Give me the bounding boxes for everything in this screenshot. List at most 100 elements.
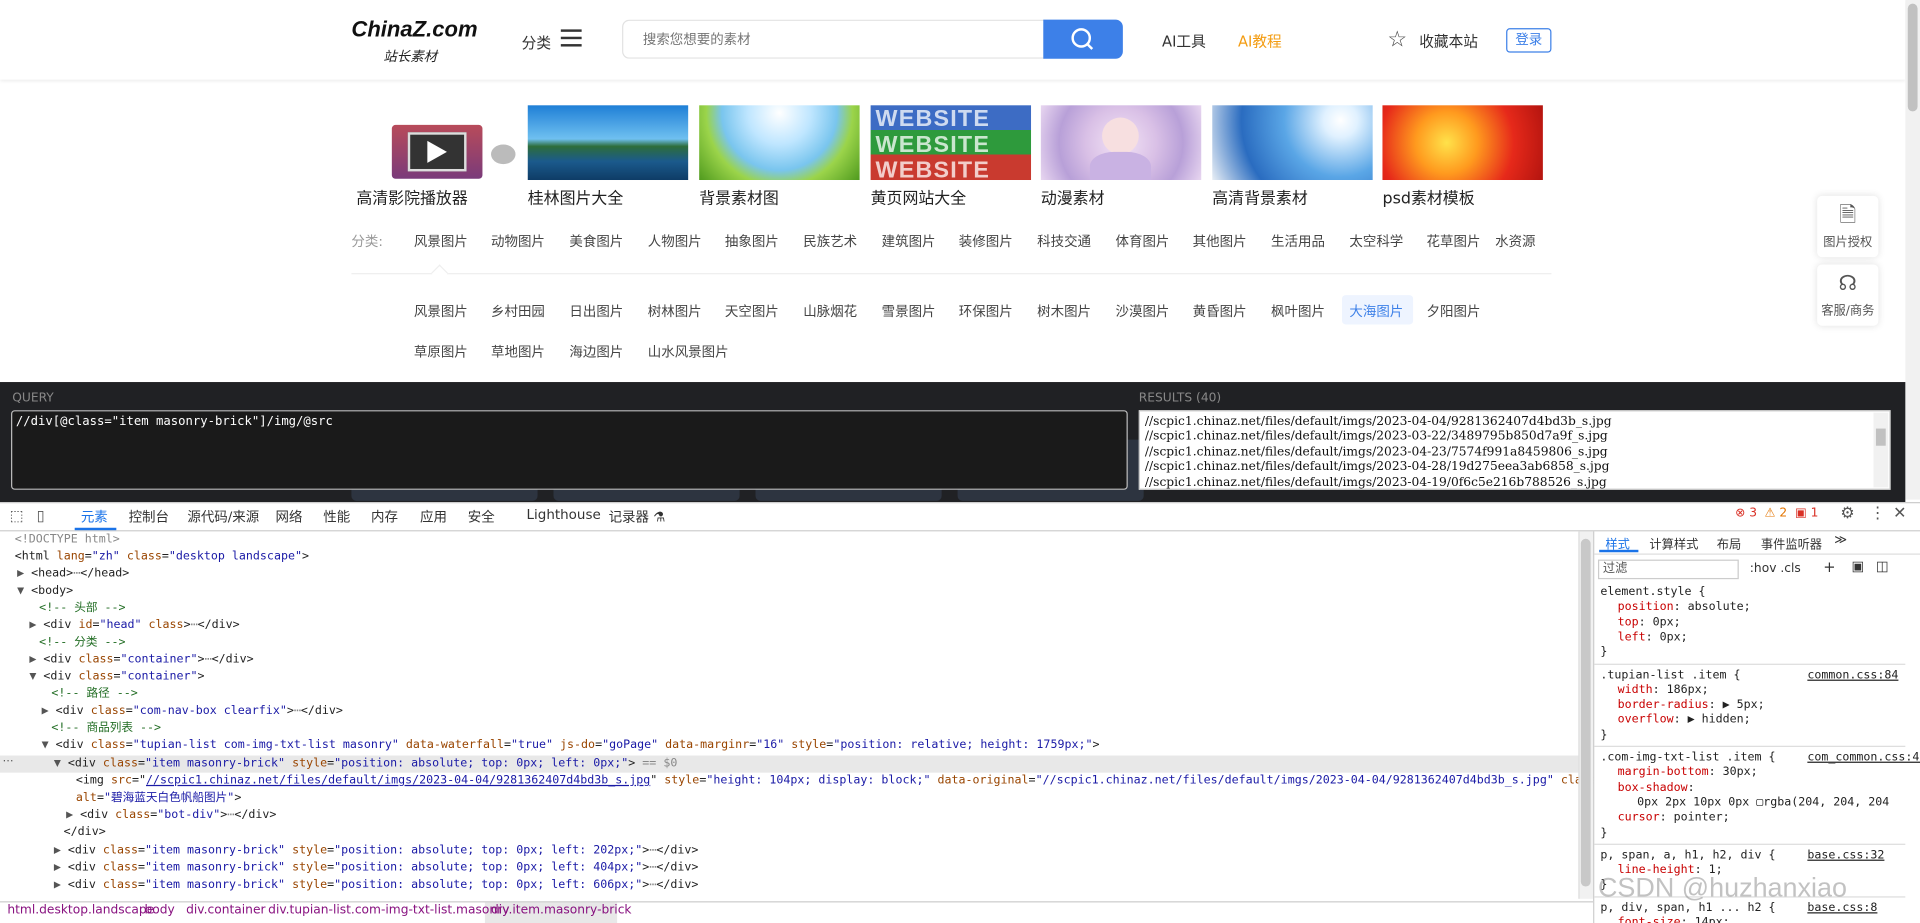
nav-item[interactable]: 建筑图片 (882, 231, 936, 251)
tab-security[interactable]: 安全 (468, 507, 495, 527)
star-icon[interactable]: ☆ (1387, 27, 1407, 53)
expand-toggle-icon[interactable]: ▼ (29, 670, 43, 683)
dom-node-line[interactable]: alt="碧海蓝天白色帆船图片"> (76, 790, 241, 807)
expand-toggle-icon[interactable]: ▶ (54, 878, 68, 891)
xpath-query-input[interactable]: //div[@class="item masonry-brick"]/img/@… (11, 410, 1128, 490)
dom-node-line[interactable]: <!-- 路径 --> (51, 686, 137, 703)
sub-nav-item[interactable]: 环保图片 (959, 301, 1013, 321)
dom-node-line[interactable]: ▶ <div class="item masonry-brick" style=… (54, 860, 699, 877)
nav-item[interactable]: 其他图片 (1193, 231, 1247, 251)
expand-toggle-icon[interactable]: ▶ (29, 653, 43, 666)
breadcrumb-item[interactable]: div.tupian-list.com-img-txt-list.masonry (268, 904, 509, 917)
tab-elements[interactable]: 元素 (81, 507, 108, 527)
style-property[interactable]: font-size: 14px; (1618, 916, 1730, 923)
sub-nav-item[interactable]: 海边图片 (569, 342, 623, 362)
results-scrollbar-thumb[interactable] (1875, 428, 1886, 446)
style-rule-selector[interactable]: p, span, a, h1, h2, div {base.css:32 (1600, 848, 1884, 863)
tab-computed[interactable]: 计算样式 (1649, 534, 1698, 552)
inspect-element-icon[interactable]: ⬚ (10, 507, 24, 524)
expand-toggle-icon[interactable]: ▶ (66, 808, 80, 821)
sub-nav-item[interactable]: 雪景图片 (882, 301, 936, 321)
style-property[interactable]: width: 186px; (1618, 683, 1709, 698)
dom-node-line[interactable]: ▶ <div class="bot-div">⋯</div> (66, 807, 276, 824)
expand-toggle-icon[interactable]: ▼ (54, 757, 68, 770)
breadcrumb-item[interactable]: html.desktop.landscape (7, 904, 154, 917)
style-source-link[interactable]: base.css:32 (1807, 848, 1884, 863)
dom-node-line[interactable]: <img src="//scpic1.chinaz.net/files/defa… (76, 773, 1645, 790)
dom-node-line[interactable]: ▶ <div id="head" class>⋯</div> (29, 617, 239, 634)
style-property[interactable]: cursor: pointer; (1618, 811, 1730, 826)
sub-nav-item[interactable]: 枫叶图片 (1271, 301, 1325, 321)
tab-event-listeners[interactable]: 事件监听器 (1761, 534, 1822, 552)
ai-tools-link[interactable]: AI工具 (1162, 31, 1206, 52)
nav-item[interactable]: 太空科学 (1349, 231, 1403, 251)
nav-item[interactable]: 抽象图片 (725, 231, 779, 251)
tab-memory[interactable]: 内存 (371, 507, 398, 527)
dom-node-line[interactable]: ▼ <div class="tupian-list com-img-txt-li… (42, 737, 1100, 754)
tab-sources[interactable]: 源代码/来源 (187, 507, 259, 527)
nav-item[interactable]: 民族艺术 (803, 231, 857, 251)
style-rule-end[interactable]: } (1600, 646, 1607, 661)
more-tabs-chevron-icon[interactable]: ≫ (1834, 534, 1847, 547)
expand-toggle-icon[interactable]: ▶ (42, 704, 56, 717)
tab-lighthouse[interactable]: Lighthouse (527, 507, 601, 523)
login-button[interactable]: 登录 (1506, 28, 1552, 53)
favorite-link[interactable]: 收藏本站 (1419, 31, 1478, 52)
banner-item[interactable]: psd素材模板 (1382, 105, 1543, 208)
sub-nav-item-active[interactable]: 大海图片 (1349, 301, 1403, 321)
expand-toggle-icon[interactable]: ▶ (29, 618, 43, 631)
computed-sidebar-icon[interactable]: ◫ (1876, 558, 1889, 574)
ai-tutorial-link[interactable]: AI教程 (1238, 31, 1282, 52)
style-property[interactable]: border-radius: ▶ 5px; (1618, 698, 1765, 713)
style-property[interactable]: position: absolute; (1618, 600, 1751, 615)
warning-count[interactable]: ⚠ 2 (1765, 507, 1788, 520)
site-logo[interactable]: ChinaZ.com (351, 17, 477, 43)
more-options-icon[interactable]: ⋮ (1870, 504, 1886, 522)
nav-item[interactable]: 风景图片 (414, 231, 468, 251)
customer-service-button[interactable]: ☊ 客服/商务 (1817, 264, 1879, 326)
toggle-element-state-icon[interactable]: ▣ (1851, 558, 1864, 574)
expand-toggle-icon[interactable]: ▼ (42, 738, 56, 751)
nav-item[interactable]: 动物图片 (491, 231, 545, 251)
dom-node-line[interactable]: <!-- 分类 --> (39, 634, 125, 651)
banner-item[interactable]: 桂林图片大全 (527, 105, 689, 208)
sub-nav-item[interactable]: 树木图片 (1037, 301, 1091, 321)
banner-item[interactable]: 动漫素材 (1040, 105, 1202, 208)
sub-nav-item[interactable]: 山水风景图片 (648, 342, 729, 362)
category-menu-label[interactable]: 分类 (522, 32, 551, 53)
dom-node-line[interactable]: ▶ <div class="item masonry-brick" style=… (54, 842, 699, 859)
add-rule-icon[interactable]: + (1823, 558, 1835, 575)
sub-nav-item[interactable]: 黄昏图片 (1193, 301, 1247, 321)
dom-node-line[interactable]: ▼ <div class="container"> (29, 669, 204, 686)
dom-node-line[interactable]: ▼ <body> (17, 583, 73, 600)
style-property[interactable]: box-shadow: (1618, 781, 1695, 796)
style-value[interactable]: 0px 2px 10px 0px ▢rgba(204, 204, 204 (1637, 796, 1889, 811)
banner-item[interactable]: 背景素材图 (699, 105, 860, 208)
breadcrumb-item[interactable]: div.container (186, 904, 265, 917)
xpath-results-list[interactable]: //scpic1.chinaz.net/files/default/imgs/2… (1138, 410, 1891, 490)
sub-nav-item[interactable]: 草地图片 (491, 342, 545, 362)
breadcrumb-item[interactable]: div.item.masonry-brick (491, 904, 632, 917)
issue-count[interactable]: ▣ 1 (1795, 507, 1818, 520)
dom-node-line[interactable]: ▶ <div class="container">⋯</div> (29, 651, 253, 668)
tab-layout[interactable]: 布局 (1717, 534, 1741, 552)
expand-toggle-icon[interactable]: ▶ (54, 844, 68, 857)
dom-node-line[interactable]: ▶ <div class="com-nav-box clearfix">⋯</d… (42, 703, 343, 720)
breadcrumb-item[interactable]: body (144, 904, 174, 917)
tab-performance[interactable]: 性能 (323, 507, 350, 527)
style-property[interactable]: overflow: ▶ hidden; (1618, 713, 1751, 728)
dom-node-line[interactable]: <!-- 头部 --> (39, 600, 125, 617)
style-source-link[interactable]: com_common.css:414 (1807, 751, 1920, 766)
sub-nav-item[interactable]: 日出图片 (569, 301, 623, 321)
nav-item[interactable]: 科技交通 (1037, 231, 1091, 251)
style-rule-end[interactable]: } (1600, 728, 1607, 743)
nav-item[interactable]: 体育图片 (1116, 231, 1170, 251)
hov-cls-toggles[interactable]: :hov .cls (1750, 562, 1801, 575)
style-property[interactable]: left: 0px; (1618, 630, 1688, 645)
style-property[interactable]: margin-bottom: 30px; (1618, 766, 1758, 781)
page-scrollbar-thumb[interactable] (1907, 3, 1918, 112)
styles-filter-input[interactable]: 过滤 (1597, 559, 1739, 580)
style-property[interactable]: top: 0px; (1618, 615, 1681, 630)
sub-nav-item[interactable]: 沙漠图片 (1116, 301, 1170, 321)
error-count[interactable]: ⊗ 3 (1735, 507, 1757, 520)
